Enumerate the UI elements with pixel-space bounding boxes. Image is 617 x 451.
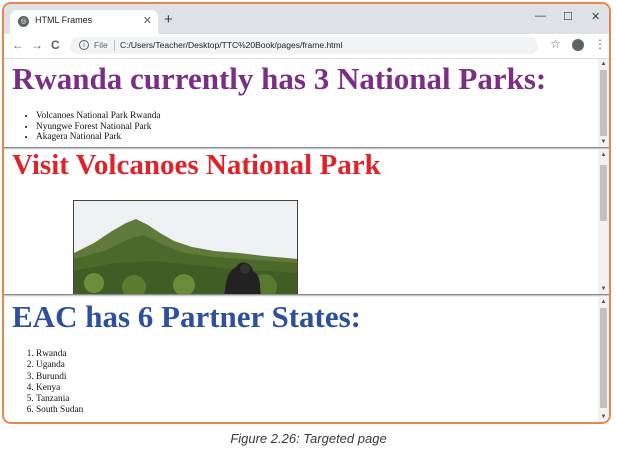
globe-icon: ◎: [18, 16, 29, 27]
list-item: Nyungwe Forest National Park: [36, 122, 161, 133]
frame-content: Rwanda currently has 3 National Parks: V…: [4, 59, 598, 147]
frame3-heading: EAC has 6 Partner States:: [12, 299, 362, 334]
minimize-button[interactable]: —: [535, 10, 546, 22]
scroll-up-icon[interactable]: ▲: [598, 59, 609, 69]
star-icon[interactable]: ☆: [550, 37, 561, 51]
frame1-heading: Rwanda currently has 3 National Parks:: [12, 61, 547, 96]
tab-strip: ◎ HTML Frames ✕ + — ☐ ✕: [4, 4, 609, 34]
url-text[interactable]: C:/Users/Teacher/Desktop/TTC%20Book/page…: [120, 40, 343, 50]
maximize-button[interactable]: ☐: [563, 10, 573, 23]
frame1-scrollbar[interactable]: ▲ ▼: [598, 59, 609, 147]
kebab-menu-icon[interactable]: ⋮: [594, 37, 606, 51]
list-item: Volcanoes National Park Rwanda: [36, 111, 161, 122]
file-label: File: [94, 40, 108, 50]
scroll-down-icon[interactable]: ▼: [598, 137, 609, 147]
close-window-button[interactable]: ✕: [591, 10, 600, 23]
frame-eac-states: EAC has 6 Partner States: Rwanda Uganda …: [4, 297, 609, 422]
list-item: Tanzania: [36, 394, 83, 405]
figure-caption: Figure 2.26: Targeted page: [230, 431, 387, 446]
back-arrow-icon[interactable]: ←: [12, 38, 24, 52]
list-item: Rwanda: [36, 349, 83, 360]
frame2-heading: Visit Volcanoes National Park: [12, 150, 381, 181]
scroll-up-icon[interactable]: ▲: [598, 150, 609, 160]
tab-html-frames[interactable]: ◎ HTML Frames ✕: [10, 10, 158, 34]
frame-volcanoes: Visit Volcanoes National Park ▲ ▼: [4, 150, 609, 294]
reload-icon[interactable]: C: [51, 38, 60, 52]
address-separator: [114, 40, 115, 51]
frame3-scrollbar[interactable]: ▲ ▼: [598, 297, 609, 422]
browser-window: ◎ HTML Frames ✕ + — ☐ ✕ ← → C i File C:/…: [2, 2, 611, 424]
gorilla-photo: [73, 200, 298, 294]
frame-content: Visit Volcanoes National Park: [4, 150, 598, 294]
list-item: Uganda: [36, 360, 83, 371]
address-bar[interactable]: i File C:/Users/Teacher/Desktop/TTC%20Bo…: [70, 37, 538, 54]
frame-national-parks: Rwanda currently has 3 National Parks: V…: [4, 59, 609, 147]
list-item: South Sudan: [36, 405, 83, 416]
forward-arrow-icon[interactable]: →: [31, 38, 43, 52]
info-icon[interactable]: i: [79, 40, 89, 50]
list-item: Kenya: [36, 383, 83, 394]
tab-close-icon[interactable]: ✕: [143, 14, 152, 27]
browser-toolbar: ← → C i File C:/Users/Teacher/Desktop/TT…: [4, 34, 609, 59]
scroll-thumb[interactable]: [600, 308, 607, 408]
scroll-thumb[interactable]: [600, 165, 607, 221]
states-list: Rwanda Uganda Burundi Kenya Tanzania Sou…: [4, 349, 83, 417]
new-tab-button[interactable]: +: [164, 12, 173, 27]
parks-list: Volcanoes National Park Rwanda Nyungwe F…: [4, 111, 161, 143]
gorilla-forest-image: [74, 201, 297, 294]
scroll-up-icon[interactable]: ▲: [598, 297, 609, 307]
scroll-thumb[interactable]: [600, 70, 607, 136]
scroll-down-icon[interactable]: ▼: [598, 284, 609, 294]
frame2-scrollbar[interactable]: ▲ ▼: [598, 150, 609, 294]
scroll-down-icon[interactable]: ▼: [598, 412, 609, 422]
list-item: Burundi: [36, 372, 83, 383]
profile-icon[interactable]: [572, 39, 584, 51]
list-item: Akagera National Park: [36, 132, 161, 143]
frame-content: EAC has 6 Partner States: Rwanda Uganda …: [4, 297, 598, 422]
tab-title: HTML Frames: [35, 15, 93, 25]
